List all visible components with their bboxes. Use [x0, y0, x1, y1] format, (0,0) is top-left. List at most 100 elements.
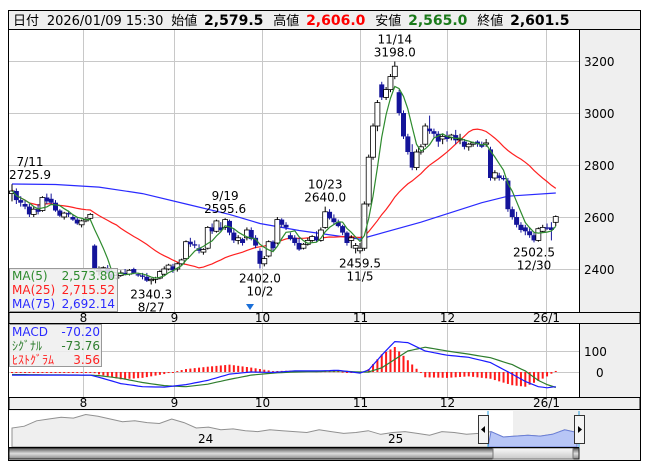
histogram-bar — [124, 372, 127, 380]
candle-body — [552, 216, 559, 223]
histogram-bar — [415, 368, 418, 372]
histogram-bar — [424, 372, 427, 378]
histogram-bar — [263, 369, 266, 372]
histogram-bar — [428, 372, 431, 378]
candle-body — [322, 211, 329, 228]
candle-body — [427, 128, 433, 132]
histogram-bar — [145, 372, 148, 378]
annotation-line1: 2459.5 — [339, 257, 381, 271]
annotation-line1: 2340.3 — [130, 288, 172, 302]
candle — [213, 219, 220, 233]
histogram-bar — [32, 372, 35, 373]
annotation-line1: 10/23 — [308, 178, 343, 192]
histogram-bar — [106, 372, 109, 377]
date-tick-label: 26/1 — [533, 311, 560, 325]
legend-ma25-label: MA(25) — [12, 283, 55, 297]
histogram-bar — [93, 372, 96, 374]
legend-ma75-value: 2,692.14 — [62, 297, 115, 311]
histogram-bar — [228, 364, 231, 372]
histogram-bar — [189, 368, 192, 372]
legend-ma5-value: 2,573.80 — [62, 269, 115, 283]
date-tick-label: 10 — [255, 396, 270, 410]
legend-histogram-value: 3.56 — [73, 353, 100, 367]
candle-body — [396, 92, 402, 113]
histogram-bar — [554, 370, 557, 372]
annotation-line2: 3198.0 — [374, 46, 416, 60]
candle-body — [92, 245, 98, 269]
histogram-bar — [11, 372, 13, 373]
histogram-bar — [24, 372, 27, 373]
navigator-left-handle[interactable] — [478, 415, 489, 444]
candle-body — [44, 197, 50, 202]
candle-body — [70, 217, 76, 220]
candle-body — [383, 89, 390, 98]
histogram-bar — [193, 368, 196, 372]
macd-tick-label: 100 — [584, 345, 607, 359]
histogram-bar — [480, 372, 483, 378]
candle-body — [300, 243, 307, 249]
macd-axis-panel — [579, 324, 640, 397]
histogram-bar — [128, 372, 131, 379]
histogram-bar — [472, 372, 475, 377]
date-tick-label: 9 — [171, 396, 179, 410]
histogram-bar — [546, 372, 549, 377]
histogram-bar — [450, 372, 453, 378]
candle-body — [501, 178, 507, 180]
histogram-bar — [206, 366, 209, 372]
candle-body — [87, 213, 94, 219]
candle — [165, 263, 172, 271]
annotation-line1: 11/14 — [378, 33, 413, 47]
histogram-bar — [467, 372, 470, 377]
candle — [204, 226, 211, 250]
annotation-line2: 12/30 — [517, 258, 552, 272]
candle-body — [140, 275, 145, 277]
histogram-bar — [493, 372, 496, 381]
histogram-bar — [176, 371, 179, 373]
candle — [422, 123, 429, 147]
navigator-scrollbar-thumb[interactable] — [492, 447, 574, 460]
candle — [365, 154, 372, 207]
histogram-bar — [237, 365, 240, 372]
candle-body — [240, 239, 246, 243]
histogram-bar — [67, 372, 70, 373]
histogram-bar — [80, 372, 83, 373]
open-label: 始値 — [171, 13, 197, 29]
legend-signal-label: ｼｸﾞﾅﾙ — [12, 339, 42, 353]
candle-body — [340, 226, 346, 233]
legend-macd-label: MACD — [12, 325, 48, 339]
candle — [396, 89, 402, 116]
candle-body — [496, 175, 502, 178]
candle — [183, 240, 189, 260]
macd-legend: MACD -70.20 ｼｸﾞﾅﾙ -73.76 ﾋｽﾄｸﾞﾗﾑ 3.56 — [9, 324, 102, 367]
candle-body — [292, 237, 298, 243]
annotation-line1: 9/19 — [212, 189, 239, 203]
legend-ma5-label: MA(5) — [12, 269, 48, 283]
histogram-bar — [89, 372, 92, 373]
histogram-bar — [15, 372, 18, 373]
candle-body — [422, 125, 429, 145]
candle — [87, 213, 94, 220]
candle — [92, 244, 98, 271]
histogram-bar — [150, 372, 153, 377]
histogram-bar — [54, 372, 57, 373]
candle-body — [18, 200, 24, 203]
candle-body — [192, 244, 198, 246]
histogram-bar — [84, 372, 87, 373]
histogram-bar — [224, 365, 227, 372]
navigator-right-handle[interactable] — [574, 415, 585, 444]
annotation-line1: 2402.0 — [239, 271, 281, 285]
histogram-bar — [406, 360, 409, 372]
histogram-bar — [45, 372, 48, 373]
histogram-bar — [180, 370, 183, 372]
histogram-bar — [398, 351, 401, 372]
histogram-bar — [380, 354, 383, 372]
candle — [401, 110, 406, 139]
histogram-bar — [167, 372, 170, 374]
histogram-bar — [432, 372, 435, 378]
histogram-bar — [163, 372, 166, 375]
histogram-bar — [63, 372, 66, 373]
navigator-year-24: 24 — [198, 432, 213, 446]
candle-body — [287, 235, 293, 240]
candle — [274, 217, 281, 245]
histogram-bar — [71, 372, 74, 373]
